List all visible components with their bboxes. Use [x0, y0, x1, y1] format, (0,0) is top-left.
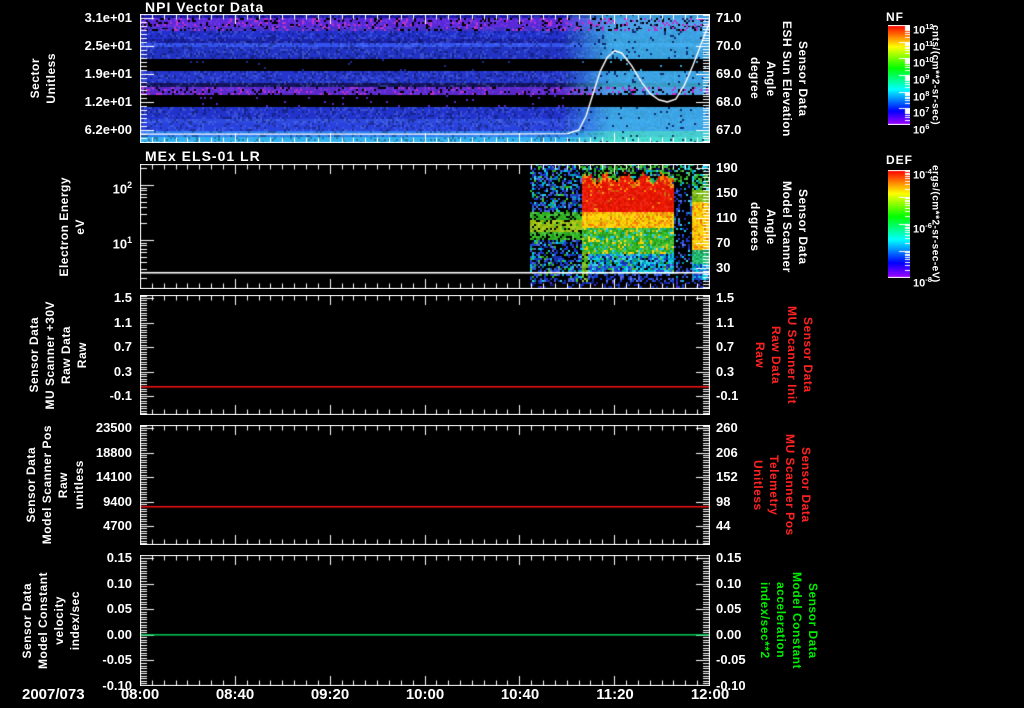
- panel0-right-axis-label-line: ESH Sun Elevation: [780, 21, 794, 137]
- panel4-right-axis-label-line: index/sec**2: [758, 582, 772, 659]
- model-constant-line-canvas: [140, 555, 710, 686]
- panel3-left-axis-label-line: Raw: [56, 472, 70, 498]
- panel1-right-axis-label-line: Angle: [764, 209, 778, 245]
- panel2-right-axis-label: Sensor Data MU Scanner Init Raw Data Raw: [752, 295, 816, 415]
- scanner-pos-line-canvas: [140, 425, 710, 545]
- panel0-right-axis-label-line: Angle: [764, 61, 778, 97]
- x-tick-label: 10:40: [488, 687, 552, 703]
- panel0-left-axis-label-line: Sector: [28, 58, 42, 98]
- panel3-left-axis-label-line: Sensor Data: [24, 447, 38, 523]
- panel3-right-axis-label-line: Sensor Data: [799, 447, 813, 523]
- panel1-right-axis-label-line: Sensor Data: [796, 189, 810, 265]
- panel2-left-axis-label-line: MU Scanner +30V: [43, 301, 57, 410]
- figure: NPI Vector Data MEx ELS-01 LR NF DEF 3.1…: [0, 0, 1024, 708]
- panel4-right-axis-label-line: Sensor Data: [806, 583, 820, 659]
- panel1-right-axis-label-line: Model Scanner: [780, 181, 794, 273]
- panel0-right-axis-label-line: Sensor Data: [796, 41, 810, 117]
- panel1-left-axis-label-line: eV: [73, 219, 87, 235]
- x-axis-date-label: 2007/073: [22, 687, 114, 703]
- panel0-left-axis-label-line: Unitless: [44, 53, 58, 104]
- panel3-right-axis-label: Sensor Data MU Scanner Pos Telemetry Unitle…: [750, 425, 814, 545]
- panel-title-els: MEx ELS-01 LR: [145, 149, 261, 163]
- panel4-right-axis-label-line: Model Constant: [790, 572, 804, 669]
- panel0-left-axis-label: Sector Unitless: [20, 14, 66, 143]
- def-colorbar-units-label-line: ergs/(cm**2-sr-sec-eV): [930, 165, 941, 283]
- x-tick-label: 09:20: [298, 687, 362, 703]
- els-spectrogram-canvas: [140, 164, 710, 289]
- panel1-right-axis-label: Sensor Data Model Scanner Angle degrees: [744, 164, 814, 289]
- panel2-left-axis-label-line: Raw: [75, 342, 89, 368]
- panel3-right-axis-label-line: MU Scanner Pos: [783, 434, 797, 536]
- x-tick-label: 11:20: [583, 687, 647, 703]
- panel-title-npi: NPI Vector Data: [145, 0, 264, 14]
- panel4-right-axis-label: Sensor Data Model Constant acceleration ind…: [756, 555, 822, 686]
- panel4-left-axis-label-line: Model Constant: [36, 572, 50, 669]
- panel3-right-axis-label-line: Unitless: [751, 460, 765, 511]
- panel2-right-axis-label-line: Raw Data: [769, 326, 783, 384]
- panel4-left-axis-label-line: index/sec: [68, 591, 82, 650]
- def-colorbar: [888, 170, 910, 278]
- panel4-left-axis-label-line: Sensor Data: [20, 583, 34, 659]
- panel4-left-axis-label: Sensor Data Model Constant velocity index/s…: [20, 555, 82, 686]
- panel3-right-axis-label-line: Telemetry: [767, 455, 781, 515]
- panel3-left-axis-label: Sensor Data Model Scanner Pos Raw unitless: [24, 425, 86, 545]
- panel2-left-axis-label: Sensor Data MU Scanner +30V Raw Data Raw: [24, 295, 92, 415]
- x-tick-label: 10:00: [393, 687, 457, 703]
- panel1-right-axis-label-line: degrees: [748, 202, 762, 252]
- panel2-right-axis-label-line: Sensor Data: [801, 317, 815, 393]
- def-colorbar-units-label: ergs/(cm**2-sr-sec-eV): [926, 163, 944, 285]
- panel3-left-axis-label-line: unitless: [72, 460, 86, 509]
- x-tick-label: 08:00: [108, 687, 172, 703]
- x-tick-label: 12:00: [678, 687, 742, 703]
- nf-colorbar: [888, 25, 910, 125]
- panel2-left-axis-label-line: Raw Data: [59, 326, 73, 384]
- def-colorbar-title: DEF: [886, 153, 913, 167]
- npi-spectrogram-canvas: [140, 14, 710, 143]
- panel4-left-axis-label-line: velocity: [52, 596, 66, 645]
- nf-colorbar-units-label: cnts/(cm**2-sr-sec): [926, 18, 944, 132]
- panel3-left-axis-label-line: Model Scanner Pos: [40, 425, 54, 544]
- panel2-right-axis-label-line: Raw: [753, 342, 767, 368]
- panel2-left-axis-label-line: Sensor Data: [27, 317, 41, 393]
- panel0-right-axis-label-line: degree: [748, 57, 762, 99]
- panel4-right-axis-label-line: acceleration: [774, 582, 788, 658]
- nf-colorbar-title: NF: [886, 10, 904, 24]
- panel1-left-axis-label-line: Electron Energy: [57, 177, 71, 277]
- panel0-right-axis-label: Sensor Data ESH Sun Elevation Angle degree: [744, 14, 814, 143]
- x-tick-label: 08:40: [203, 687, 267, 703]
- panel2-right-axis-label-line: MU Scanner Init: [785, 306, 799, 404]
- nf-colorbar-units-label-line: cnts/(cm**2-sr-sec): [930, 25, 941, 125]
- mu-scanner-line-canvas: [140, 295, 710, 415]
- panel1-left-axis-label: Electron Energy eV: [50, 164, 94, 289]
